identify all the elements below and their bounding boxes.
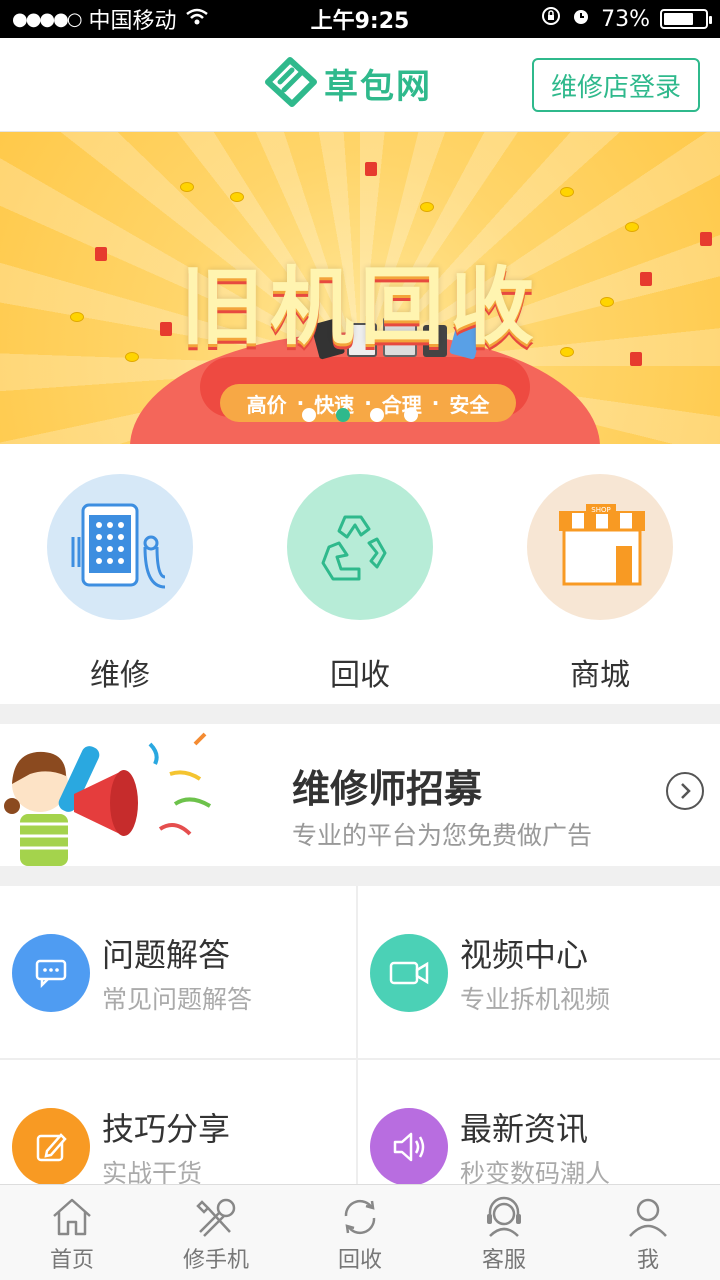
carousel-dot[interactable]: [336, 408, 350, 422]
grid-item-title: 视频中心: [460, 936, 589, 974]
service-shop[interactable]: SHOP 商城: [500, 474, 700, 704]
speaker-icon: [370, 1108, 448, 1186]
tab-repair[interactable]: 修手机: [144, 1185, 288, 1280]
battery-percent: 73%: [601, 6, 650, 32]
logo-icon: [265, 57, 317, 107]
recycle-icon: [287, 474, 433, 620]
services-row: 维修 回收 SHOP 商城: [0, 444, 720, 704]
grid-item-subtitle: 专业拆机视频: [460, 985, 611, 1014]
video-icon: [370, 934, 448, 1012]
megaphone-girl-image: [4, 732, 212, 866]
tab-label: 客服: [481, 1248, 526, 1273]
carousel-dot[interactable]: [302, 408, 316, 422]
grid-item-faq[interactable]: 问题解答 常见问题解答: [0, 886, 356, 1056]
grid-item-video[interactable]: 视频中心 专业拆机视频: [358, 886, 714, 1056]
service-label: 回收: [330, 658, 390, 693]
recruit-title: 维修师招募: [292, 767, 483, 811]
tab-label: 首页: [49, 1248, 94, 1273]
status-bar: ●●●●○ 中国移动 上午9:25 73%: [0, 0, 720, 38]
service-label: 维修: [90, 658, 150, 693]
tab-label: 我: [636, 1248, 659, 1273]
banner-title: 旧机回收: [179, 258, 540, 356]
tab-label: 修手机: [182, 1248, 249, 1273]
grid-item-subtitle: 常见问题解答: [102, 985, 253, 1014]
grid-item-title: 最新资讯: [460, 1110, 589, 1148]
edit-icon: [12, 1108, 90, 1186]
coin-decoration: [625, 222, 639, 232]
carousel-dot[interactable]: [370, 408, 384, 422]
tab-support[interactable]: 客服: [432, 1185, 576, 1280]
chevron-right-icon[interactable]: [666, 772, 704, 810]
chat-icon: [12, 934, 90, 1012]
tools-icon: [196, 1198, 236, 1237]
phone-repair-icon: [47, 474, 193, 620]
svg-text:SHOP: SHOP: [591, 506, 610, 514]
coin-decoration: [560, 187, 574, 197]
feature-grid: 问题解答 常见问题解答 视频中心 专业拆机视频 技巧分享 实战干货 最新资讯 秒…: [0, 886, 720, 1188]
battery-fill: [664, 13, 694, 25]
user-icon: [629, 1198, 667, 1237]
promo-banner[interactable]: 旧机回收 高价 · 快速 · 合理 · 安全: [0, 132, 720, 444]
tab-me[interactable]: 我: [576, 1185, 720, 1280]
coin-decoration: [230, 192, 244, 202]
wifi-icon: [185, 7, 209, 32]
coin-decoration: [420, 202, 434, 212]
logo-text: 草包网: [324, 66, 432, 107]
bottom-tab-bar: 首页 修手机 回收 客服 我: [0, 1184, 720, 1280]
service-repair[interactable]: 维修: [20, 474, 220, 704]
recruit-banner[interactable]: 维修师招募 专业的平台为您免费做广告: [0, 724, 720, 866]
alarm-icon: [571, 6, 591, 32]
service-recycle[interactable]: 回收: [260, 474, 460, 704]
coin-decoration: [180, 182, 194, 192]
tab-home[interactable]: 首页: [0, 1185, 144, 1280]
recruit-subtitle: 专业的平台为您免费做广告: [292, 821, 593, 850]
tab-label: 回收: [337, 1248, 382, 1273]
refresh-icon: [344, 1199, 376, 1235]
grid-item-title: 技巧分享: [102, 1110, 231, 1148]
red-packet-decoration: [365, 162, 377, 176]
signal-icon: ●●●●○: [12, 8, 83, 30]
grid-item-title: 问题解答: [102, 936, 231, 974]
battery-icon: [660, 9, 712, 29]
carrier-name: 中国移动: [88, 9, 177, 34]
repair-shop-login-button[interactable]: 维修店登录: [532, 58, 700, 112]
shop-icon: SHOP: [527, 474, 673, 620]
logo: 草包网: [262, 56, 432, 110]
carousel-dot[interactable]: [404, 408, 418, 422]
service-label: 商城: [570, 658, 630, 693]
headset-icon: [487, 1196, 521, 1237]
app-header: 草包网 维修店登录: [0, 38, 720, 132]
tab-recycle[interactable]: 回收: [288, 1185, 432, 1280]
home-icon: [53, 1198, 91, 1236]
rotation-lock-icon: [541, 6, 561, 32]
carousel-dots: [0, 408, 720, 422]
app-screen: ●●●●○ 中国移动 上午9:25 73% 草包网 维修店登录 旧机回收 高价 …: [0, 0, 720, 1280]
